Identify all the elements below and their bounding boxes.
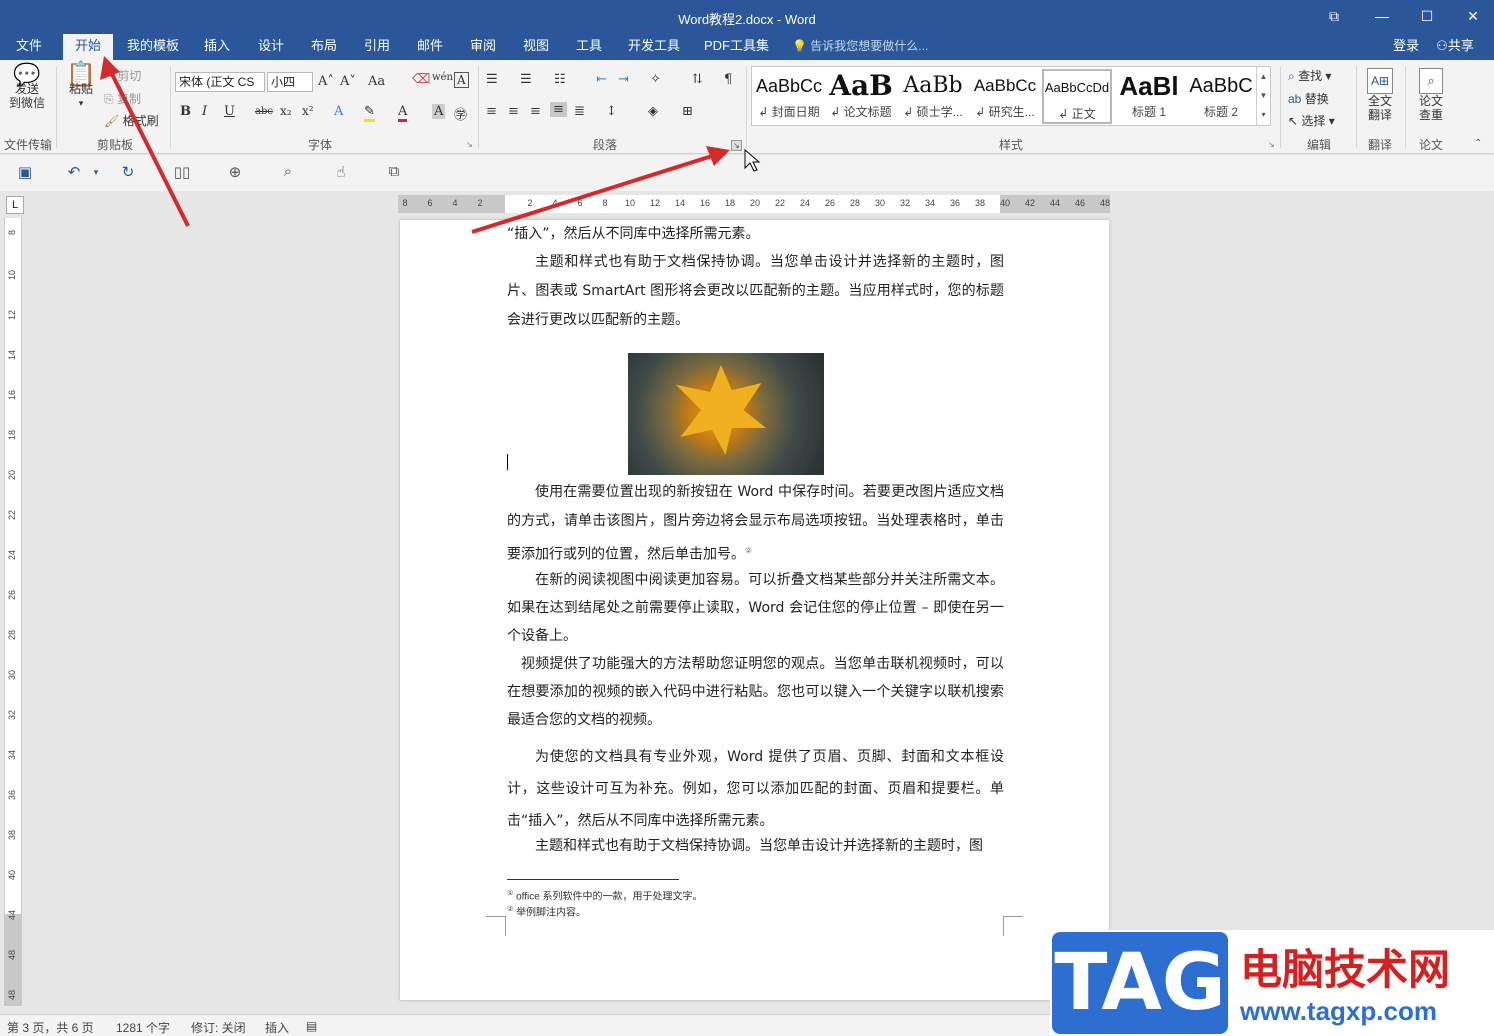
page-count[interactable]: 第 3 页，共 6 页 <box>7 1019 94 1036</box>
word-count[interactable]: 1281 个字 <box>116 1019 170 1036</box>
site-watermark: TAG 电脑技术网 www.tagxp.com <box>1050 930 1494 1036</box>
insert-mode-status[interactable]: 插入 <box>265 1019 289 1036</box>
track-changes-status[interactable]: 修订: 关闭 <box>191 1019 246 1036</box>
mouse-pointer-icon <box>744 148 761 172</box>
macro-record-icon[interactable]: ▤ <box>306 1019 317 1033</box>
arrow-to-home-tab <box>100 56 190 227</box>
watermark-tag: TAG <box>1052 932 1228 1034</box>
annotation-arrows <box>100 56 761 234</box>
arrow-to-paragraph-launcher <box>471 146 730 234</box>
watermark-site-name: 电脑技术网 <box>1240 946 1451 993</box>
watermark-url: www.tagxp.com <box>1240 996 1437 1026</box>
